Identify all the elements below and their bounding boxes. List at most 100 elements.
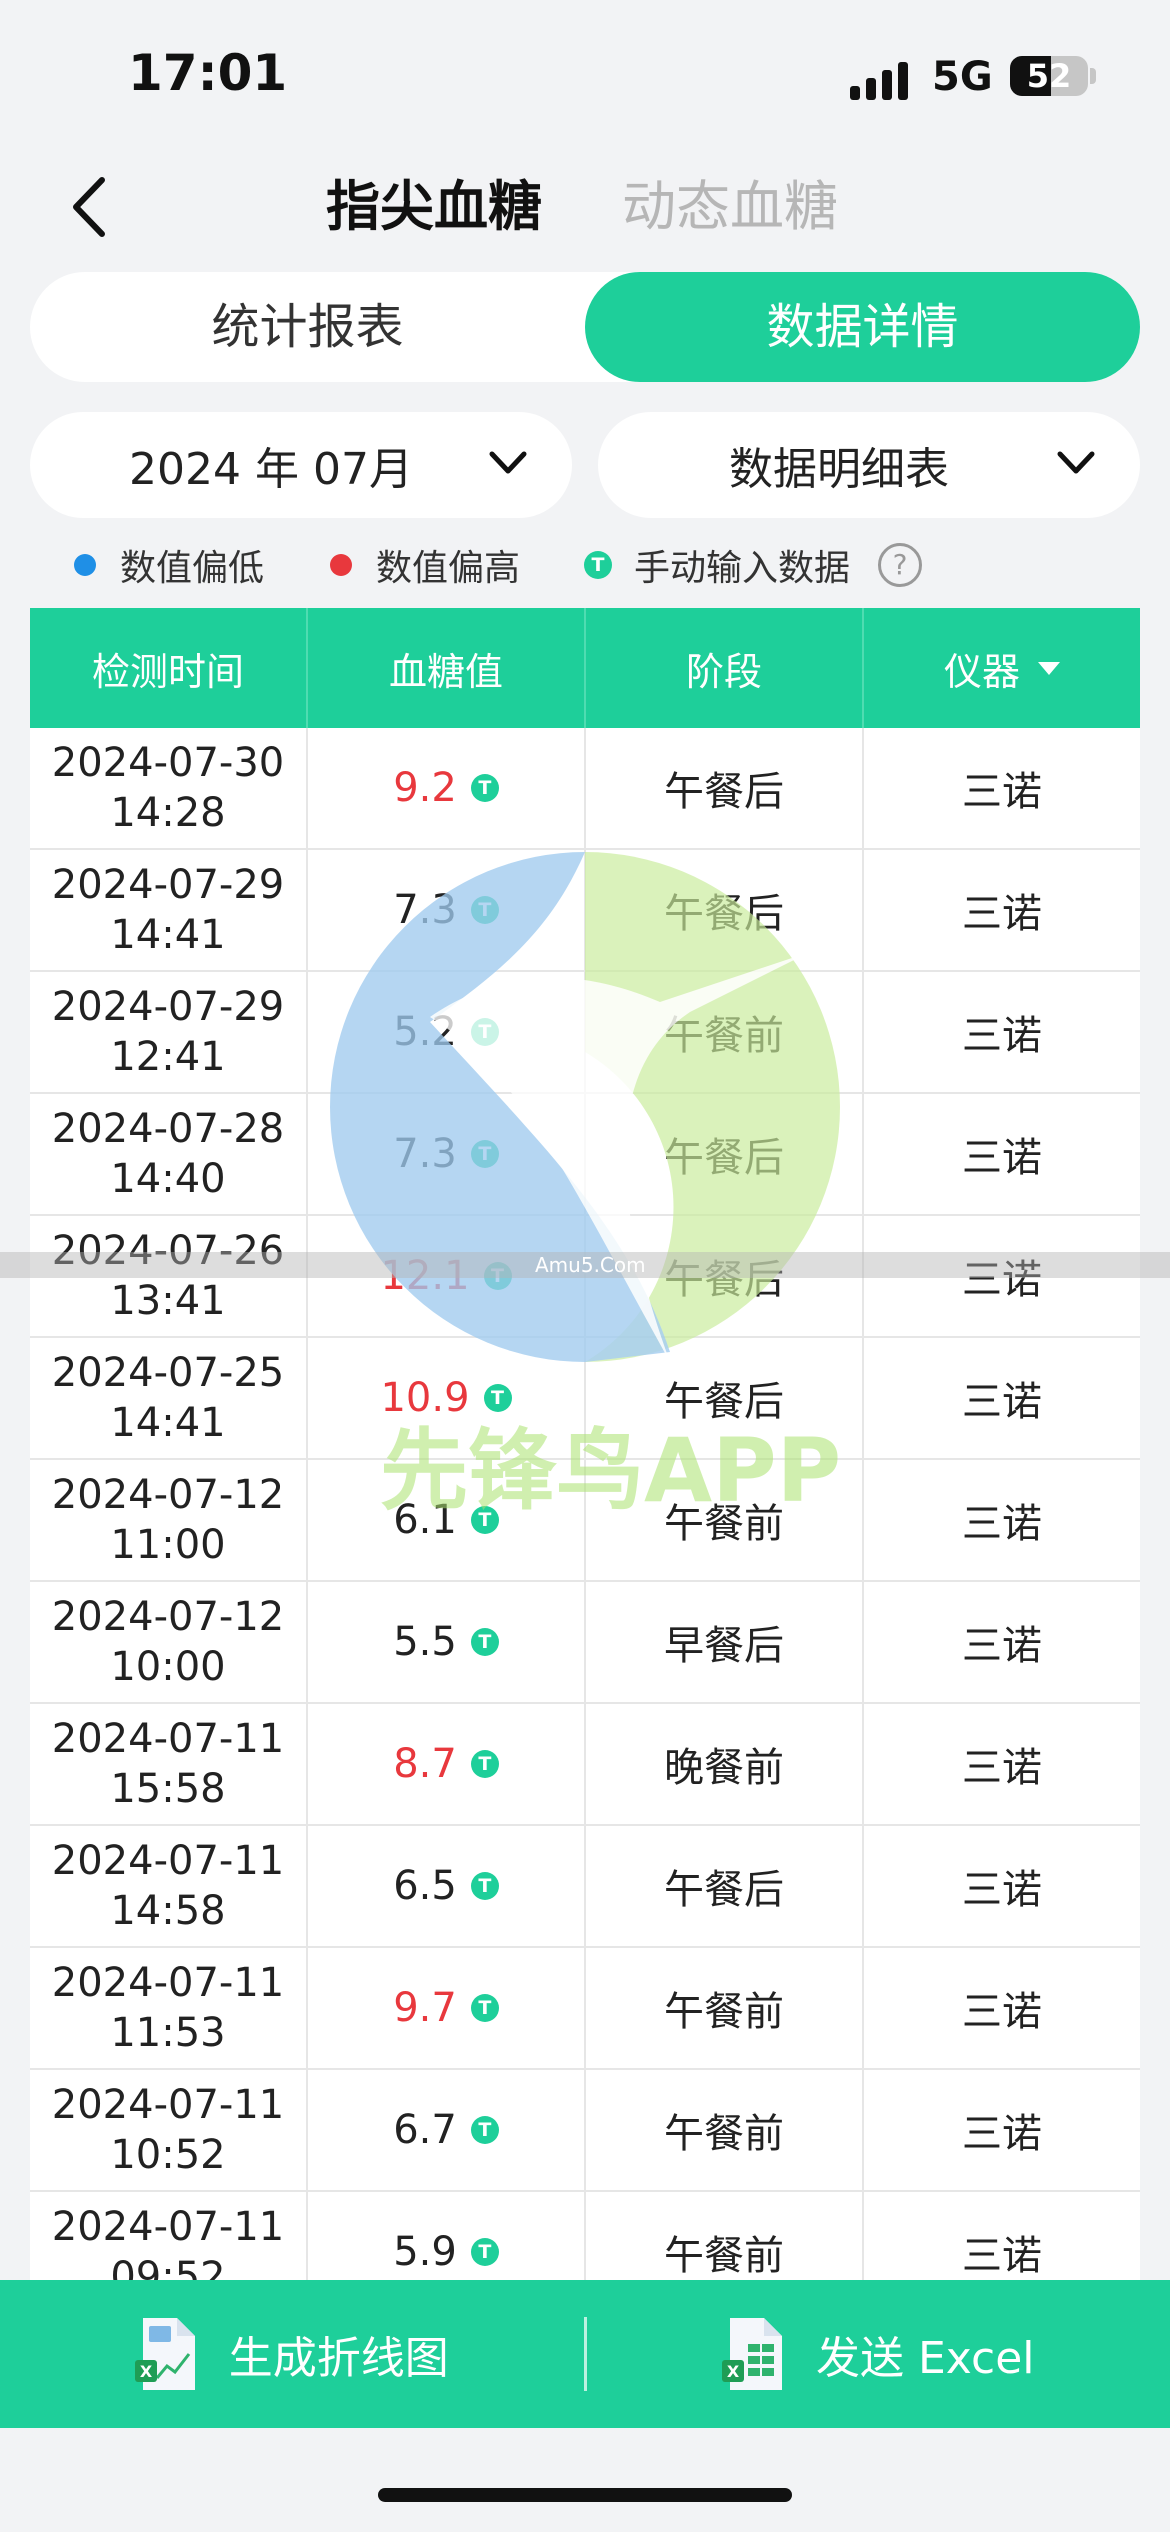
cell-test-time: 2024-07-28 14:40 (30, 1094, 308, 1214)
back-button[interactable] (58, 172, 128, 242)
generate-line-chart-label: 生成折线图 (228, 2333, 449, 2384)
cell-phase: 午餐后 (586, 850, 864, 970)
manual-entry-icon: T (470, 2116, 499, 2144)
cell-device: 三诺 (864, 1338, 1140, 1458)
manual-entry-icon: T (470, 774, 499, 802)
cell-glucose-value: 9.7 T (308, 1948, 586, 2068)
legend-help[interactable]: ? (878, 538, 922, 592)
cell-glucose-value: 6.7 T (308, 2070, 586, 2190)
header-device-filter[interactable]: 仪器 (864, 608, 1140, 728)
cell-phase: 午餐前 (586, 1948, 864, 2068)
cell-phase: 午餐后 (586, 1216, 864, 1336)
table-row[interactable]: 2024-07-29 14:41 7.3 T 午餐后 三诺 (30, 850, 1140, 972)
chevron-down-icon (489, 451, 527, 474)
tab-continuous-glucose[interactable]: 动态血糖 (622, 172, 838, 242)
cell-test-time: 2024-07-11 11:53 (30, 1948, 308, 2068)
manual-entry-icon: T (483, 1384, 512, 1412)
table-row[interactable]: 2024-07-12 10:00 5.5 T 早餐后 三诺 (30, 1582, 1140, 1704)
glucose-data-table: 检测时间 血糖值 阶段 仪器 2024-07-30 14:28 9.2 T 午餐后 三诺 2… (30, 608, 1140, 2314)
header-test-time: 检测时间 (30, 608, 308, 728)
table-row[interactable]: 2024-07-26 13:41 12.1 T 午餐后 三诺 (30, 1216, 1140, 1338)
manual-entry-icon: T (470, 1750, 499, 1778)
glucose-value: 6.1 (393, 1497, 457, 1543)
cell-glucose-value: 12.1 T (308, 1216, 586, 1336)
manual-entry-icon: T (470, 1628, 499, 1656)
phase-label: 午餐前 (664, 2233, 784, 2279)
chevron-down-icon (1057, 451, 1095, 474)
test-clock: 14:40 (110, 1156, 226, 1202)
cell-test-time: 2024-07-29 14:41 (30, 850, 308, 970)
generate-line-chart-button[interactable]: X 生成折线图 (0, 2280, 584, 2428)
month-dropdown-label: 2024 年 07月 (129, 444, 413, 495)
table-row[interactable]: 2024-07-11 11:53 9.7 T 午餐前 三诺 (30, 1948, 1140, 2070)
cell-device: 三诺 (864, 1582, 1140, 1702)
battery-level: 52 (1026, 57, 1072, 95)
glucose-value: 6.5 (393, 1863, 457, 1909)
cell-test-time: 2024-07-30 14:28 (30, 728, 308, 848)
test-date: 2024-07-12 (51, 1594, 285, 1640)
header-phase-label: 阶段 (685, 649, 762, 694)
phase-label: 午餐后 (664, 1379, 784, 1425)
help-icon[interactable]: ? (878, 543, 922, 587)
manual-entry-icon: T (483, 1262, 512, 1290)
table-row[interactable]: 2024-07-11 10:52 6.7 T 午餐前 三诺 (30, 2070, 1140, 2192)
device-label: 三诺 (962, 1013, 1042, 1059)
test-clock: 11:53 (110, 2010, 226, 2056)
table-row[interactable]: 2024-07-11 15:58 8.7 T 晚餐前 三诺 (30, 1704, 1140, 1826)
glucose-value: 9.2 (393, 765, 457, 811)
cell-test-time: 2024-07-11 15:58 (30, 1704, 308, 1824)
test-clock: 10:52 (110, 2132, 226, 2178)
month-dropdown[interactable]: 2024 年 07月 (30, 412, 572, 518)
manual-entry-icon: T (470, 1140, 499, 1168)
cell-phase: 午餐前 (586, 1460, 864, 1580)
device-label: 三诺 (962, 1257, 1042, 1303)
legend-low: 数值偏低 (74, 538, 264, 592)
table-row[interactable]: 2024-07-12 11:00 6.1 T 午餐前 三诺 (30, 1460, 1140, 1582)
segment-data-details[interactable]: 数据详情 (585, 272, 1140, 382)
device-label: 三诺 (962, 891, 1042, 937)
cell-device: 三诺 (864, 850, 1140, 970)
phase-label: 午餐前 (664, 1989, 784, 2035)
signal-icon (850, 60, 918, 100)
table-row[interactable]: 2024-07-25 14:41 10.9 T 午餐后 三诺 (30, 1338, 1140, 1460)
tab-fingertip-glucose[interactable]: 指尖血糖 (326, 172, 542, 242)
test-date: 2024-07-29 (51, 862, 285, 908)
cell-glucose-value: 6.5 T (308, 1826, 586, 1946)
test-clock: 14:58 (110, 1888, 226, 1934)
manual-entry-icon: T (470, 1506, 499, 1534)
manual-entry-icon: T (584, 551, 612, 579)
table-row[interactable]: 2024-07-28 14:40 7.3 T 午餐后 三诺 (30, 1094, 1140, 1216)
header-glucose-value-label: 血糖值 (388, 649, 503, 694)
test-date: 2024-07-29 (51, 984, 285, 1030)
send-excel-button[interactable]: X 发送 Excel (587, 2280, 1170, 2428)
cell-phase: 午餐后 (586, 1826, 864, 1946)
table-view-dropdown-label: 数据明细表 (729, 444, 949, 495)
test-clock: 12:41 (110, 1034, 226, 1080)
manual-entry-icon: T (470, 896, 499, 924)
cell-device: 三诺 (864, 1094, 1140, 1214)
header-glucose-value: 血糖值 (308, 608, 586, 728)
cell-phase: 早餐后 (586, 1582, 864, 1702)
test-date: 2024-07-11 (51, 1838, 285, 1884)
chevron-left-icon (73, 177, 105, 237)
glucose-value: 9.7 (393, 1985, 457, 2031)
segment-statistics-report[interactable]: 统计报表 (30, 272, 585, 382)
table-row[interactable]: 2024-07-29 12:41 5.2 T 午餐前 三诺 (30, 972, 1140, 1094)
home-indicator[interactable] (378, 2488, 792, 2502)
test-date: 2024-07-11 (51, 1716, 285, 1762)
table-row[interactable]: 2024-07-11 14:58 6.5 T 午餐后 三诺 (30, 1826, 1140, 1948)
legend-manual: T 手动输入数据 (584, 538, 850, 592)
glucose-value: 7.3 (393, 887, 457, 933)
legend-manual-label: 手动输入数据 (634, 548, 851, 589)
glucose-value: 7.3 (393, 1131, 457, 1177)
table-row[interactable]: 2024-07-30 14:28 9.2 T 午餐后 三诺 (30, 728, 1140, 850)
phase-label: 午餐后 (664, 1867, 784, 1913)
glucose-value: 6.7 (393, 2107, 457, 2153)
test-date: 2024-07-30 (51, 740, 285, 786)
cell-phase: 晚餐前 (586, 1704, 864, 1824)
svg-text:X: X (727, 2362, 740, 2381)
battery-tip (1090, 68, 1096, 84)
table-view-dropdown[interactable]: 数据明细表 (598, 412, 1140, 518)
manual-entry-icon: T (470, 1018, 499, 1046)
svg-text:X: X (140, 2362, 153, 2381)
